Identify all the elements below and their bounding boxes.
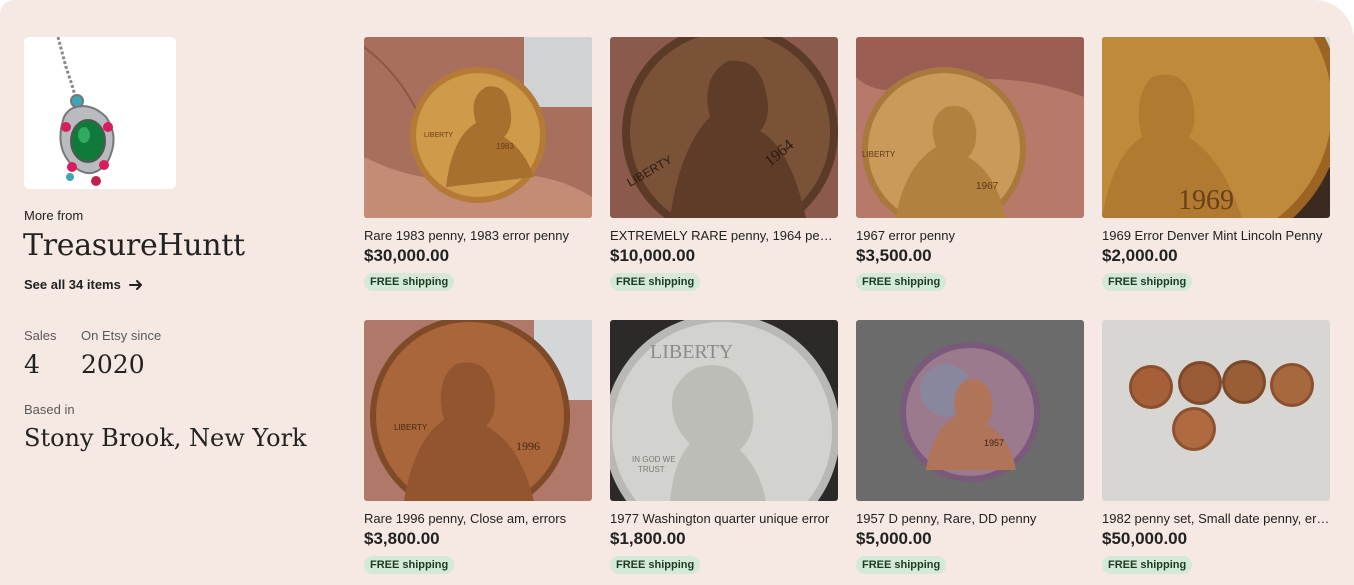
svg-text:LIBERTY: LIBERTY: [394, 423, 428, 432]
free-shipping-badge: FREE shipping: [610, 556, 701, 574]
listing-card[interactable]: LIBERTY 1964 EXTREMELY RARE penny, 1964 …: [610, 37, 838, 291]
1982-penny-set-photo[interactable]: [1102, 320, 1330, 501]
free-shipping-badge: FREE shipping: [364, 556, 455, 574]
free-shipping-badge: FREE shipping: [856, 273, 947, 291]
1964-penny-photo[interactable]: LIBERTY 1964: [610, 37, 838, 218]
more-from-label: More from: [24, 208, 84, 223]
based-in-value: Stony Brook, New York: [24, 424, 307, 452]
shop-thumbnail[interactable]: [24, 37, 176, 189]
listing-title[interactable]: 1982 penny set, Small date penny, errors: [1102, 511, 1330, 526]
on-etsy-since-label: On Etsy since: [81, 328, 162, 343]
free-shipping-badge: FREE shipping: [364, 273, 455, 291]
listing-title[interactable]: 1969 Error Denver Mint Lincoln Penny: [1102, 228, 1330, 243]
1967-penny-photo[interactable]: LIBERTY 1967: [856, 37, 1084, 218]
listing-card[interactable]: LIBERTY 1967 1967 error penny $3,500.00 …: [856, 37, 1084, 291]
svg-text:LIBERTY: LIBERTY: [424, 132, 453, 139]
free-shipping-badge: FREE shipping: [1102, 273, 1193, 291]
listing-card[interactable]: LIBERTY IN GOD WE TRUST 1977 Washington …: [610, 320, 838, 574]
listing-card[interactable]: 1982 penny set, Small date penny, errors…: [1102, 320, 1330, 574]
arrow-right-icon: [128, 279, 142, 290]
listing-price: $2,000.00: [1102, 246, 1178, 265]
based-in-label: Based in: [24, 402, 75, 417]
listing-price: $3,800.00: [364, 529, 440, 548]
1977-quarter-photo[interactable]: LIBERTY IN GOD WE TRUST: [610, 320, 838, 501]
listing-title[interactable]: Rare 1996 penny, Close am, errors: [364, 511, 592, 526]
listing-title[interactable]: 1957 D penny, Rare, DD penny: [856, 511, 1084, 526]
svg-text:1996: 1996: [516, 439, 540, 453]
listing-price: $3,500.00: [856, 246, 932, 265]
1996-penny-photo[interactable]: LIBERTY 1996: [364, 320, 592, 501]
sales-value: 4: [24, 350, 40, 379]
see-all-items-label: See all 34 items: [24, 277, 121, 292]
free-shipping-badge: FREE shipping: [610, 273, 701, 291]
listing-card[interactable]: LIBERTY 1996 Rare 1996 penny, Close am, …: [364, 320, 592, 574]
svg-text:IN GOD WE: IN GOD WE: [632, 455, 676, 464]
free-shipping-badge: FREE shipping: [1102, 556, 1193, 574]
listing-card[interactable]: 1957 1957 D penny, Rare, DD penny $5,000…: [856, 320, 1084, 574]
1969-penny-photo[interactable]: 1969: [1102, 37, 1330, 218]
listing-price: $50,000.00: [1102, 529, 1188, 548]
listing-card[interactable]: 1969 1969 Error Denver Mint Lincoln Penn…: [1102, 37, 1330, 291]
svg-text:1967: 1967: [976, 181, 999, 192]
1957-penny-photo[interactable]: 1957: [856, 320, 1084, 501]
listing-price: $5,000.00: [856, 529, 932, 548]
listing-title[interactable]: 1977 Washington quarter unique error: [610, 511, 838, 526]
listing-price: $10,000.00: [610, 246, 696, 265]
on-etsy-since-value: 2020: [81, 350, 145, 379]
svg-text:LIBERTY: LIBERTY: [862, 150, 896, 159]
listing-price: $30,000.00: [364, 246, 450, 265]
svg-text:1957: 1957: [984, 438, 1004, 448]
listing-title[interactable]: Rare 1983 penny, 1983 error penny: [364, 228, 592, 243]
svg-text:1969: 1969: [1178, 185, 1234, 216]
svg-text:1983: 1983: [496, 142, 514, 151]
free-shipping-badge: FREE shipping: [856, 556, 947, 574]
1983-penny-photo[interactable]: LIBERTY 1983: [364, 37, 592, 218]
listing-price: $1,800.00: [610, 529, 686, 548]
svg-text:LIBERTY: LIBERTY: [650, 341, 733, 363]
sales-label: Sales: [24, 328, 57, 343]
see-all-items-link[interactable]: See all 34 items: [24, 277, 143, 292]
listing-title[interactable]: EXTREMELY RARE penny, 1964 penny: [610, 228, 838, 243]
listing-card[interactable]: LIBERTY 1983 Rare 1983 penny, 1983 error…: [364, 37, 592, 291]
pendant-necklace-image: [24, 37, 176, 189]
svg-text:TRUST: TRUST: [638, 465, 665, 474]
shop-name[interactable]: TreasureHuntt: [23, 228, 245, 263]
listing-title[interactable]: 1967 error penny: [856, 228, 1084, 243]
